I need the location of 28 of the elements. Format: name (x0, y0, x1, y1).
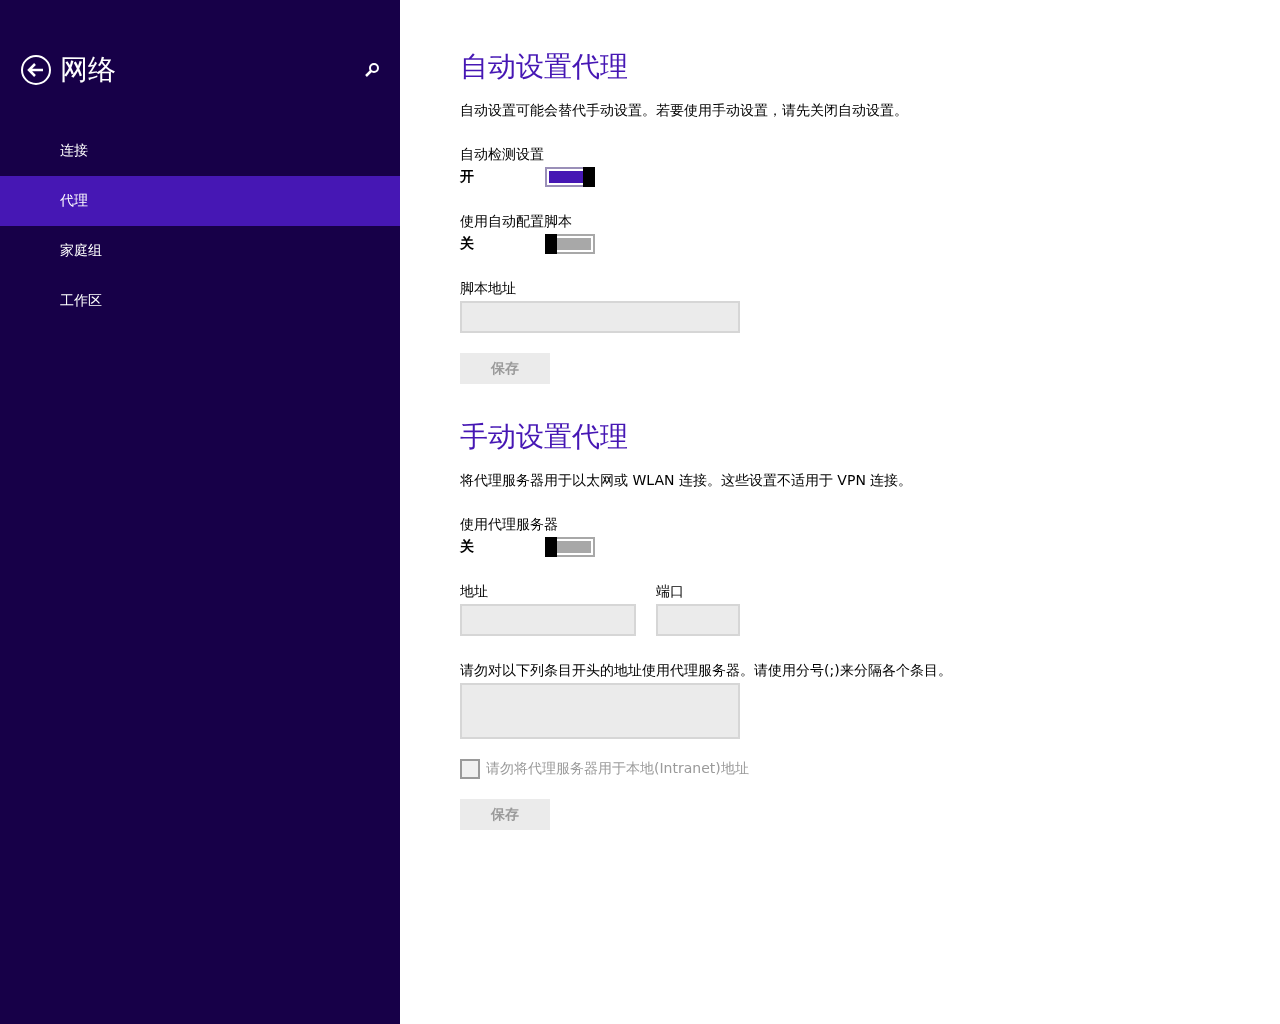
sidebar-title: 网络 (60, 52, 117, 88)
sidebar-item[interactable]: 家庭组 (0, 226, 400, 276)
search-icon[interactable] (364, 62, 380, 78)
section-heading: 自动设置代理 (460, 49, 628, 85)
address-field[interactable] (460, 604, 636, 636)
checkbox-label: 请勿将代理服务器用于本地(Intranet)地址 (486, 760, 749, 778)
script-address-field[interactable] (460, 301, 740, 333)
sidebar-item[interactable]: 工作区 (0, 276, 400, 326)
toggle-state-text: 开 (460, 168, 475, 186)
field-label: 脚本地址 (460, 279, 516, 297)
section-description: 将代理服务器用于以太网或 WLAN 连接。这些设置不适用于 VPN 连接。 (460, 472, 914, 490)
section-description: 自动设置可能会替代手动设置。若要使用手动设置，请先关闭自动设置。 (460, 102, 909, 120)
sidebar-item[interactable]: 代理 (0, 176, 400, 226)
sidebar-item[interactable]: 连接 (0, 126, 400, 176)
toggle-switch[interactable] (545, 537, 595, 557)
toggle-switch[interactable] (545, 167, 595, 187)
toggle-label: 使用代理服务器 (460, 515, 558, 533)
toggle-label: 自动检测设置 (460, 145, 544, 163)
toggle-label: 使用自动配置脚本 (460, 212, 572, 230)
field-label: 端口 (656, 582, 684, 600)
toggle-switch[interactable] (545, 234, 595, 254)
toggle-state-text: 关 (460, 538, 475, 556)
field-label: 地址 (460, 582, 488, 600)
toggle-state-text: 关 (460, 235, 475, 253)
section-heading: 手动设置代理 (460, 419, 628, 455)
exceptions-field[interactable] (460, 683, 740, 739)
field-label: 请勿对以下列条目开头的地址使用代理服务器。请使用分号(;)来分隔各个条目。 (460, 661, 952, 679)
port-field[interactable] (656, 604, 740, 636)
